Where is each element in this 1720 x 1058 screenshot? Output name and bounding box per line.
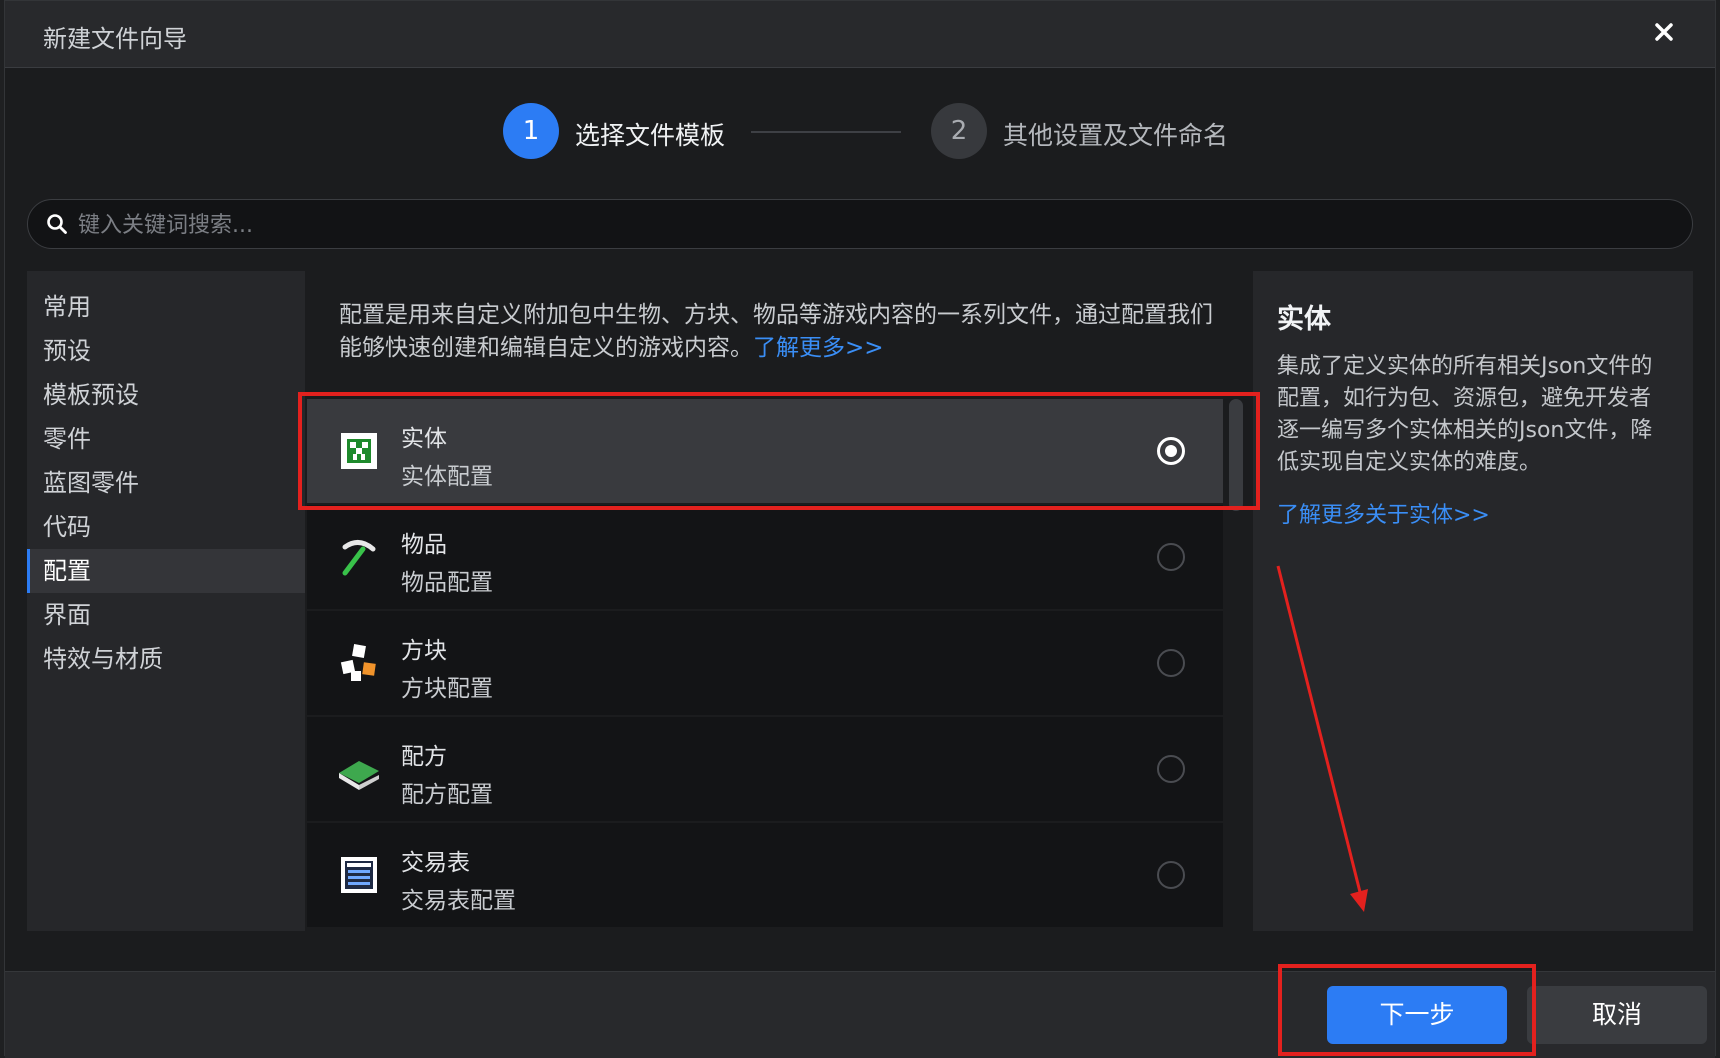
template-radio[interactable]	[1157, 755, 1185, 783]
step-2-label: 其他设置及文件命名	[1003, 121, 1229, 150]
template-radio[interactable]	[1157, 543, 1185, 571]
template-radio[interactable]	[1157, 861, 1185, 889]
blocks-icon	[340, 644, 376, 681]
detail-panel: 实体 集成了定义实体的所有相关Json文件的配置，如行为包、资源包，避免开发者逐…	[1253, 271, 1693, 931]
sidebar-item-parts[interactable]: 零件	[27, 417, 305, 461]
template-row-item[interactable]: 物品 物品配置	[307, 505, 1223, 609]
title-bar: 新建文件向导	[5, 1, 1715, 68]
template-radio[interactable]	[1157, 649, 1185, 677]
category-sidebar: 常用 预设 模板预设 零件 蓝图零件 代码 配置 界面 特效与材质	[27, 271, 305, 931]
detail-description: 集成了定义实体的所有相关Json文件的配置，如行为包、资源包，避免开发者逐一编写…	[1277, 354, 1653, 475]
sidebar-item-common[interactable]: 常用	[27, 285, 305, 329]
template-row-recipe[interactable]: 配方 配方配置	[307, 717, 1223, 821]
cancel-button[interactable]: 取消	[1527, 986, 1707, 1044]
template-panel: 配置是用来自定义附加包中生物、方块、物品等游戏内容的一系列文件，通过配置我们能够…	[307, 271, 1249, 931]
close-icon[interactable]	[1647, 15, 1681, 49]
template-subtitle: 实体配置	[401, 464, 493, 490]
new-file-wizard-dialog: 新建文件向导 1 选择文件模板 2 其他设置及文件命名 常用 预设 模板预设 零…	[4, 0, 1716, 1058]
template-title: 方块	[401, 638, 447, 664]
template-radio[interactable]	[1157, 437, 1185, 465]
next-button[interactable]: 下一步	[1327, 986, 1507, 1044]
template-title: 配方	[401, 744, 447, 770]
window-title: 新建文件向导	[43, 25, 187, 53]
sidebar-item-effects-materials[interactable]: 特效与材质	[27, 637, 305, 681]
template-subtitle: 配方配置	[401, 782, 493, 808]
template-subtitle: 交易表配置	[401, 888, 516, 914]
template-list-scrollbar[interactable]	[1229, 399, 1243, 511]
search-input[interactable]	[76, 206, 1660, 244]
template-subtitle: 物品配置	[401, 570, 493, 596]
category-description: 配置是用来自定义附加包中生物、方块、物品等游戏内容的一系列文件，通过配置我们能够…	[339, 299, 1219, 365]
step-1-label: 选择文件模板	[575, 121, 726, 150]
dialog-footer: 下一步 取消	[5, 971, 1715, 1058]
sidebar-item-blueprint-parts[interactable]: 蓝图零件	[27, 461, 305, 505]
learn-more-link[interactable]: 了解更多>>	[753, 335, 884, 361]
template-title: 物品	[401, 532, 447, 558]
sidebar-item-config[interactable]: 配置	[27, 549, 305, 593]
step-1-indicator: 1	[503, 103, 559, 159]
wizard-steps: 1 选择文件模板 2 其他设置及文件命名	[5, 103, 1715, 163]
template-row-entity[interactable]: 实体 实体配置	[307, 399, 1223, 503]
template-subtitle: 方块配置	[401, 676, 493, 702]
entity-creeper-icon	[341, 433, 377, 469]
sidebar-item-ui[interactable]: 界面	[27, 593, 305, 637]
template-row-block[interactable]: 方块 方块配置	[307, 611, 1223, 715]
trade-table-icon	[341, 857, 377, 893]
sidebar-item-code[interactable]: 代码	[27, 505, 305, 549]
template-list: 实体 实体配置 物品 物品配置 方块 方块配置 配方 配方配置 交易表 交易表配…	[307, 399, 1223, 931]
template-title: 交易表	[401, 850, 470, 876]
search-box	[27, 199, 1693, 249]
template-row-trade-table[interactable]: 交易表 交易表配置	[307, 823, 1223, 927]
sidebar-item-template-presets[interactable]: 模板预设	[27, 373, 305, 417]
detail-learn-more-link[interactable]: 了解更多关于实体>>	[1277, 497, 1490, 529]
search-icon	[47, 214, 67, 234]
step-2-indicator: 2	[931, 103, 987, 159]
template-title: 实体	[401, 426, 447, 452]
step-connector	[751, 131, 901, 133]
pickaxe-icon	[342, 540, 376, 576]
recipe-book-icon	[339, 761, 379, 790]
detail-title: 实体	[1277, 304, 1331, 335]
sidebar-item-presets[interactable]: 预设	[27, 329, 305, 373]
